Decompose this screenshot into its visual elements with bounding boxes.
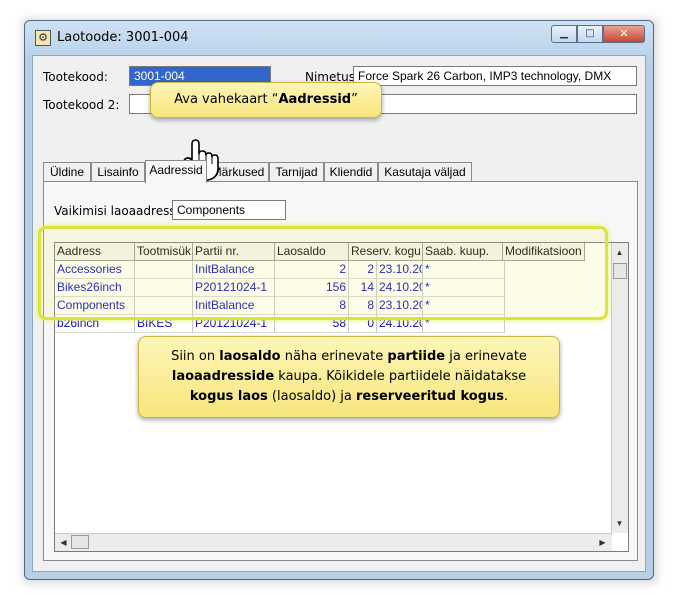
callout-open-tab-prefix: Ava vahekaart “: [174, 92, 279, 107]
minimize-button[interactable]: ▁: [551, 25, 577, 43]
callout-text: (laosaldo) ja: [267, 389, 357, 404]
tab-extra-info[interactable]: Lisainfo: [91, 162, 145, 182]
product-code-label: Tootekood:: [43, 70, 108, 84]
scroll-right-icon[interactable]: ▶: [595, 535, 610, 550]
scroll-left-icon[interactable]: ◀: [56, 535, 71, 550]
tab-general[interactable]: Üldine: [43, 162, 91, 182]
close-button[interactable]: ✕: [603, 25, 645, 43]
callout-text: näha erinevate: [280, 349, 388, 364]
vertical-scrollbar[interactable]: ▲ ▼: [611, 243, 628, 533]
default-address-label: Vaikimisi laoaadress:: [54, 204, 180, 218]
callout-bold: reserveeritud kogus: [356, 389, 505, 404]
tab-suppliers[interactable]: Tarnijad: [269, 162, 324, 182]
app-icon: ⚙: [35, 30, 51, 46]
callout-open-tab-bold: Aadressid: [278, 92, 352, 107]
callout-bold: laoaadresside: [171, 369, 275, 384]
product-name2-input[interactable]: [353, 94, 637, 114]
scroll-up-icon[interactable]: ▲: [612, 245, 627, 260]
tab-addresses[interactable]: Aadressid: [145, 160, 207, 183]
callout-text: .: [504, 389, 509, 404]
tab-customers[interactable]: Kliendid: [324, 162, 378, 182]
callout-text: kaupa. Kõikidele partiidele näidatakse: [274, 369, 527, 384]
callout-open-tab-suffix: ”: [351, 92, 358, 107]
callout-text: Siin on: [171, 349, 220, 364]
product-name-input[interactable]: Force Spark 26 Carbon, IMP3 technology, …: [353, 66, 637, 86]
callout-bold: partiide: [387, 349, 446, 364]
window-controls: ▁ □ ✕: [551, 25, 645, 43]
callout-text: ja erinevate: [445, 349, 527, 364]
rows-highlight: [38, 226, 608, 320]
maximize-button[interactable]: □: [577, 25, 603, 43]
title-bar[interactable]: ⚙ Laotoode: 3001-004 ▁ □ ✕: [25, 21, 653, 53]
horizontal-scroll-thumb[interactable]: [71, 535, 89, 549]
callout-open-tab: Ava vahekaart “Aadressid”: [150, 82, 382, 118]
tab-user-fields[interactable]: Kasutaja väljad: [378, 162, 472, 182]
callout-explanation: Siin on laosaldo näha erinevate partiide…: [138, 336, 560, 418]
callout-bold: kogus laos: [189, 389, 268, 404]
horizontal-scrollbar[interactable]: ◀ ▶: [55, 533, 612, 551]
default-address-input[interactable]: Components: [172, 200, 286, 220]
product-code2-label: Tootekood 2:: [43, 98, 120, 112]
window-title: Laotoode: 3001-004: [57, 30, 189, 45]
callout-bold: laosaldo: [219, 349, 281, 364]
scroll-down-icon[interactable]: ▼: [612, 516, 627, 531]
vertical-scroll-thumb[interactable]: [613, 263, 627, 279]
